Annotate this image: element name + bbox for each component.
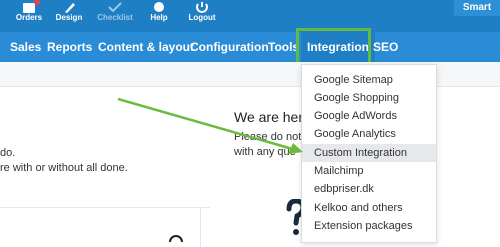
menu-item-google-adwords[interactable]: Google AdWords	[302, 107, 436, 125]
menu-item-edbpriser[interactable]: edbpriser.dk	[302, 180, 436, 198]
nav-content-layout[interactable]: Content & layout	[98, 32, 194, 62]
welcome-heading: We are her	[234, 109, 303, 125]
menu-item-custom-integration[interactable]: Custom Integration	[302, 144, 436, 162]
main-nav: Sales Reports Content & layout Configura…	[0, 32, 500, 62]
help-button[interactable]: Help	[136, 0, 182, 32]
integration-dropdown: Google Sitemap Google Shopping Google Ad…	[301, 64, 437, 243]
menu-item-google-analytics[interactable]: Google Analytics	[302, 125, 436, 143]
nav-reports[interactable]: Reports	[47, 32, 92, 62]
menu-item-mailchimp[interactable]: Mailchimp	[302, 162, 436, 180]
body-text-line-1: Please do not	[234, 131, 302, 143]
menu-item-extension-packages[interactable]: Extension packages	[302, 217, 436, 235]
menu-item-google-shopping[interactable]: Google Shopping	[302, 89, 436, 107]
logout-icon	[196, 2, 208, 13]
divider	[0, 207, 210, 208]
left-text-line-2: re with or without all done.	[0, 162, 128, 174]
menu-item-kelkoo[interactable]: Kelkoo and others	[302, 199, 436, 217]
menu-item-google-sitemap[interactable]: Google Sitemap	[302, 71, 436, 89]
logout-label: Logout	[188, 13, 216, 22]
design-icon	[65, 3, 75, 13]
brand-badge: Smart	[454, 0, 500, 16]
left-text-line-1: do.	[0, 147, 16, 159]
checklist-icon	[108, 2, 122, 13]
body-text-line-2: with any que	[234, 146, 296, 158]
checklist-button[interactable]: Checklist	[91, 0, 139, 32]
help-icon	[154, 2, 164, 12]
nav-seo[interactable]: SEO	[373, 32, 398, 62]
design-button[interactable]: Design	[46, 0, 92, 32]
nav-tools[interactable]: Tools	[268, 32, 299, 62]
integration-highlight-box	[296, 28, 371, 66]
top-toolbar: Orders Design Checklist Help Logout Smar…	[0, 0, 500, 32]
help-label: Help	[150, 13, 168, 22]
divider-vertical	[200, 207, 201, 247]
design-label: Design	[55, 13, 83, 22]
nav-sales[interactable]: Sales	[10, 32, 41, 62]
nav-configuration[interactable]: Configuration	[190, 32, 269, 62]
checklist-label: Checklist	[97, 13, 133, 22]
logout-button[interactable]: Logout	[179, 0, 225, 32]
orders-badge	[34, 0, 40, 5]
